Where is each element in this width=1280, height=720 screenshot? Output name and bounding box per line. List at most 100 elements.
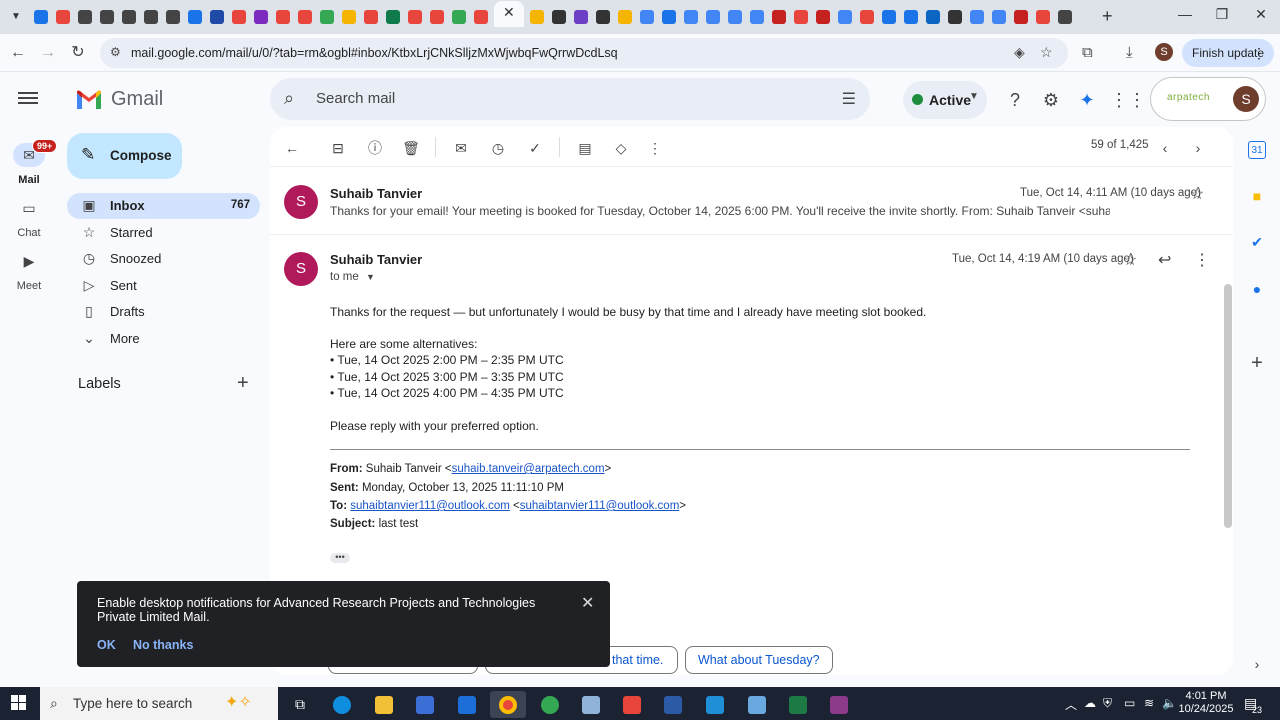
file-explorer-icon[interactable] <box>366 691 402 718</box>
tab-favicon-icon[interactable] <box>904 10 918 24</box>
keep-icon[interactable]: ■ <box>1248 187 1266 205</box>
tab-favicon-icon[interactable] <box>750 10 764 24</box>
rail-chat[interactable]: ▭ Chat <box>6 196 52 239</box>
tab-favicon-icon[interactable] <box>342 10 356 24</box>
collapsed-message[interactable]: S Suhaib Tanvier Thanks for your email! … <box>270 168 1233 235</box>
delete-icon[interactable]: 🗑 <box>400 137 422 159</box>
site-info-icon[interactable]: ⚙ <box>110 45 121 59</box>
apps-grid-icon[interactable]: ⋮⋮ <box>1110 88 1146 112</box>
calendar-icon[interactable]: 31 <box>1248 141 1266 159</box>
tab-favicon-icon[interactable] <box>56 10 70 24</box>
tab-favicon-icon[interactable] <box>452 10 466 24</box>
volume-icon[interactable]: 🔈 <box>1162 696 1177 710</box>
search-bar[interactable]: ⌕ ☰ <box>270 78 870 120</box>
label-icon[interactable]: ◇ <box>610 137 632 159</box>
add-task-icon[interactable]: ✓ <box>524 137 546 159</box>
tab-favicon-icon[interactable] <box>34 10 48 24</box>
battery-icon[interactable]: ▭ <box>1124 696 1135 710</box>
snooze-icon[interactable]: ◷ <box>487 137 509 159</box>
reply-icon[interactable]: ↩ <box>1158 250 1171 270</box>
tab-favicon-icon[interactable] <box>166 10 180 24</box>
tab-search-chevron-icon[interactable]: ▼ <box>6 7 26 27</box>
chrome-profile-icon[interactable] <box>532 691 568 718</box>
tab-favicon-icon[interactable] <box>882 10 896 24</box>
tab-favicon-icon[interactable] <box>232 10 246 24</box>
sidebar-item-inbox[interactable]: ▣ Inbox 767 <box>67 193 260 219</box>
back-to-inbox-icon[interactable]: ← <box>281 137 303 159</box>
security-icon[interactable]: ⛨ <box>1103 696 1112 711</box>
tab-favicon-icon[interactable] <box>684 10 698 24</box>
outlook-icon[interactable] <box>449 691 485 718</box>
newer-chevron-icon[interactable]: ‹ <box>1154 137 1176 159</box>
to-email-link[interactable]: suhaibtanvier111@outlook.com <box>520 500 680 512</box>
gemini-sparkle-icon[interactable]: ✦ <box>1075 88 1099 112</box>
compose-button[interactable]: ✎ Compose <box>67 133 182 179</box>
mark-unread-icon[interactable]: ✉ <box>450 137 472 159</box>
search-options-icon[interactable]: ☰ <box>842 89 856 109</box>
git-client-icon[interactable] <box>614 691 650 718</box>
forward-arrow-icon[interactable]: → <box>37 42 59 64</box>
tab-favicon-icon[interactable] <box>188 10 202 24</box>
more-vert-icon[interactable]: ⋮ <box>644 137 666 159</box>
chevron-right-icon[interactable]: › <box>1248 655 1266 673</box>
thread-scrollbar[interactable] <box>1224 284 1232 528</box>
smart-reply-chip[interactable]: What about Tuesday? <box>685 646 833 674</box>
tab-favicon-icon[interactable] <box>298 10 312 24</box>
back-arrow-icon[interactable]: ← <box>7 42 29 64</box>
task-view-icon[interactable]: ⧉ <box>282 691 318 718</box>
rail-mail[interactable]: ✉ 99+ Mail <box>6 139 58 186</box>
tab-favicon-icon[interactable] <box>728 10 742 24</box>
star-icon[interactable]: ☆ <box>1190 184 1204 204</box>
privacy-eye-icon[interactable]: ◈ <box>1014 44 1025 61</box>
tab-favicon-icon[interactable] <box>970 10 984 24</box>
remote-desktop-icon[interactable] <box>739 691 775 718</box>
tab-favicon-icon[interactable] <box>364 10 378 24</box>
taskbar-clock[interactable]: 4:01 PM 10/24/2025 <box>1178 690 1234 716</box>
main-menu-icon[interactable] <box>18 89 38 109</box>
status-selector[interactable]: Active ▼ <box>903 81 987 119</box>
bookmark-star-icon[interactable]: ☆ <box>1040 44 1053 61</box>
tab-favicon-icon[interactable] <box>816 10 830 24</box>
tab-favicon-icon[interactable] <box>144 10 158 24</box>
close-tab-icon[interactable]: ✕ <box>503 4 515 21</box>
recipients-toggle[interactable]: to me ▼ <box>330 271 375 283</box>
tab-favicon-icon[interactable] <box>772 10 786 24</box>
archive-icon[interactable]: ⊟ <box>327 137 349 159</box>
tab-favicon-icon[interactable] <box>1036 10 1050 24</box>
gmail-logo[interactable]: Gmail <box>75 88 163 111</box>
account-switcher[interactable]: arpatech S <box>1150 77 1266 121</box>
tab-favicon-icon[interactable] <box>1014 10 1028 24</box>
tab-favicon-icon[interactable] <box>320 10 334 24</box>
archive-tool-icon[interactable] <box>821 691 857 718</box>
tab-favicon-icon[interactable] <box>430 10 444 24</box>
sidebar-item-more[interactable]: ⌄ More <box>67 326 260 352</box>
wifi-icon[interactable]: ≋ <box>1144 696 1154 710</box>
onedrive-icon[interactable]: ☁ <box>1084 696 1096 710</box>
show-trimmed-content-button[interactable]: ••• <box>330 553 350 563</box>
from-email-link[interactable]: suhaib.tanveir@arpatech.com <box>452 463 605 475</box>
close-icon[interactable]: ✕ <box>581 593 594 613</box>
older-chevron-icon[interactable]: › <box>1187 137 1209 159</box>
extensions-icon[interactable]: ⧉ <box>1082 44 1093 61</box>
to-email-link[interactable]: suhaibtanvier111@outlook.com <box>350 500 510 512</box>
tab-favicon-icon[interactable] <box>926 10 940 24</box>
tab-favicon-icon[interactable] <box>530 10 544 24</box>
more-vert-icon[interactable]: ⋮ <box>1194 250 1210 270</box>
tab-favicon-icon[interactable] <box>122 10 136 24</box>
settings-gear-icon[interactable]: ⚙ <box>1039 88 1063 112</box>
reload-icon[interactable]: ↻ <box>67 42 89 64</box>
tab-favicon-icon[interactable] <box>100 10 114 24</box>
chrome-icon[interactable] <box>490 691 526 718</box>
tab-favicon-icon[interactable] <box>574 10 588 24</box>
browser-profile-avatar[interactable]: S <box>1155 43 1173 61</box>
tab-favicon-icon[interactable] <box>210 10 224 24</box>
tasks-icon[interactable]: ✔ <box>1248 233 1266 251</box>
minimize-button[interactable]: — <box>1170 6 1200 22</box>
edge-icon[interactable] <box>324 691 360 718</box>
tab-favicon-icon[interactable] <box>860 10 874 24</box>
tab-favicon-icon[interactable] <box>552 10 566 24</box>
toast-ok-button[interactable]: OK <box>97 638 116 652</box>
new-tab-button[interactable]: + <box>1102 7 1113 25</box>
notepad-icon[interactable] <box>573 691 609 718</box>
tab-favicon-icon[interactable] <box>596 10 610 24</box>
